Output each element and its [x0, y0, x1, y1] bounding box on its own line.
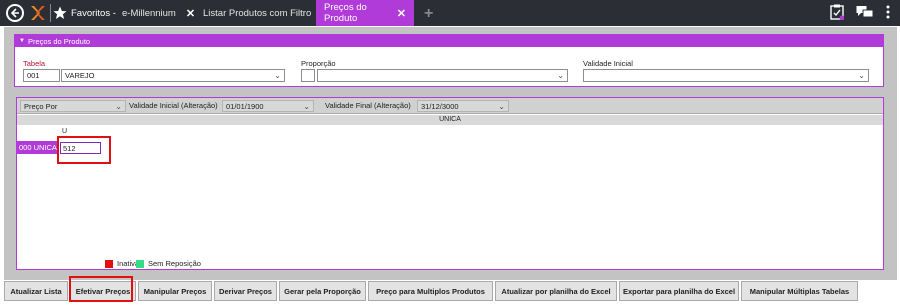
tabela-value: VAREJO [65, 71, 95, 80]
highlight-box [69, 276, 133, 302]
legend-inativa: Inativa [105, 259, 139, 268]
tab-label: e-Millennium [122, 7, 176, 19]
chevron-down-icon: ⌄ [303, 102, 310, 111]
panel-header[interactable]: ▼ Preços do Produto [15, 35, 883, 47]
gerar-pela-proporcao-button[interactable]: Gerar pela Proporção [279, 281, 366, 301]
validade-inicial-alteracao-value: 01/01/1900 [226, 101, 264, 111]
atualizar-planilha-excel-button[interactable]: Atualizar por planilha do Excel [495, 281, 617, 301]
validade-final-alteracao-value: 31/12/3000 [421, 101, 459, 111]
divider [50, 4, 51, 22]
chevron-down-icon: ⌄ [498, 102, 505, 111]
proporcao-code-field[interactable] [301, 69, 315, 82]
more-vert-icon[interactable] [886, 5, 890, 19]
chevron-down-icon: ⌄ [274, 71, 281, 80]
chevron-down-icon: ⌄ [115, 102, 122, 111]
chat-icon[interactable] [856, 5, 874, 19]
legend-sem-reposicao-label: Sem Reposição [148, 259, 201, 268]
preco-multiplos-produtos-button[interactable]: Preço para Multiplos Produtos [368, 281, 493, 301]
validade-inicial-label: Validade Inicial [583, 59, 633, 68]
favorites-menu[interactable]: Favoritos - [53, 3, 116, 23]
validade-final-alteracao-label: Validade Final (Alteração) [325, 101, 411, 110]
exportar-planilha-excel-button[interactable]: Exportar para planilha do Excel [619, 281, 739, 301]
chevron-down-icon: ⌄ [557, 71, 564, 80]
panel-title: Preços do Produto [27, 36, 91, 46]
proporcao-select[interactable]: ⌄ [317, 69, 568, 82]
legend-sem-reposicao: Sem Reposição [136, 259, 201, 268]
star-icon [53, 6, 67, 19]
validade-inicial-alteracao-label: Validade Inicial (Alteração) [129, 101, 218, 110]
precos-do-produto-panel: ▼ Preços do Produto Tabela 001 VAREJO ⌄ … [14, 34, 884, 87]
tab-precos-do-produto[interactable]: Preços do Produto ✕ [316, 0, 414, 26]
logo-icon [31, 6, 45, 20]
tabela-code-field[interactable]: 001 [23, 69, 60, 82]
tab-label: Preços do Produto [324, 2, 367, 24]
add-tab-icon[interactable]: + [424, 5, 433, 23]
validade-inicial-select[interactable]: ⌄ [583, 69, 869, 82]
filter-row: Preço Por ⌄ Validade Inicial (Alteração)… [17, 98, 883, 114]
favorites-label: Favoritos - [71, 7, 116, 19]
price-grid-panel: Preço Por ⌄ Validade Inicial (Alteração)… [16, 97, 884, 270]
tab-e-millennium[interactable]: e-Millennium ✕ [122, 0, 195, 26]
manipular-precos-button[interactable]: Manipular Preços [138, 281, 212, 301]
legend-swatch-green [136, 259, 144, 268]
preco-por-select[interactable]: Preço Por ⌄ [20, 100, 126, 112]
tabela-code-value: 001 [27, 71, 40, 80]
proporcao-label: Proporção [301, 59, 336, 68]
back-icon[interactable] [6, 4, 24, 22]
top-bar: Favoritos - e-Millennium ✕ Listar Produt… [0, 0, 900, 26]
tabela-label: Tabela [23, 59, 46, 68]
highlight-box [57, 136, 111, 164]
derivar-precos-button[interactable]: Derivar Preços [214, 281, 277, 301]
tab-label: Listar Produtos com Filtro [203, 7, 312, 19]
validade-final-alteracao-select[interactable]: 31/12/3000 ⌄ [417, 100, 509, 112]
collapse-icon: ▼ [19, 38, 25, 44]
close-icon[interactable]: ✕ [186, 7, 195, 20]
sub-column-header: U [62, 128, 68, 135]
tab-listar-produtos[interactable]: Listar Produtos com Filtro ✕ [203, 0, 330, 26]
atualizar-lista-button[interactable]: Atualizar Lista [4, 281, 68, 301]
preco-por-value: Preço Por [24, 101, 58, 111]
close-icon[interactable]: ✕ [397, 7, 406, 20]
legend-swatch-red [105, 259, 113, 268]
column-header-unica: UNICA [17, 115, 883, 125]
row-label: 000 UNICA [17, 141, 59, 154]
tabela-select[interactable]: VAREJO ⌄ [61, 69, 285, 82]
validade-inicial-alteracao-select[interactable]: 01/01/1900 ⌄ [222, 100, 314, 112]
manipular-multiplas-tabelas-button[interactable]: Manipular Múltiplas Tabelas [741, 281, 858, 301]
clipboard-icon[interactable] [830, 4, 844, 20]
chevron-down-icon: ⌄ [858, 71, 865, 80]
